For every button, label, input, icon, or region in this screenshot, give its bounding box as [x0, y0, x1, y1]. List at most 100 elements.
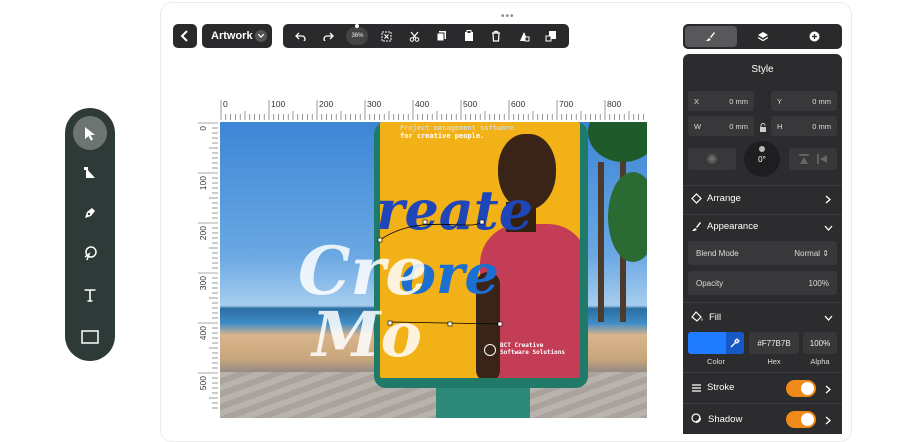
artboard-canvas[interactable]: Project management software for creative… — [220, 122, 647, 418]
pen-tool[interactable] — [73, 196, 107, 230]
shadow-toggle[interactable] — [786, 411, 816, 428]
node-tool[interactable] — [73, 156, 107, 190]
eyedropper-icon — [730, 338, 740, 348]
fill-section[interactable]: Fill — [691, 311, 721, 323]
stroke-section[interactable]: Stroke — [691, 382, 734, 393]
brush-icon — [692, 222, 701, 231]
ruler-label: 800 — [607, 99, 621, 109]
height-field[interactable]: H0 mm — [771, 116, 837, 136]
ruler-label: 600 — [511, 99, 525, 109]
horizontal-ruler: 0 100 200 300 400 500 600 700 800 — [220, 98, 647, 120]
trash-icon[interactable] — [487, 27, 505, 45]
y-field[interactable]: Y0 mm — [771, 91, 837, 111]
width-field[interactable]: W0 mm — [688, 116, 754, 136]
rectangle-tool[interactable] — [73, 320, 107, 354]
send-backward-icon[interactable] — [542, 27, 560, 45]
color-label: Color — [707, 357, 725, 366]
tab-layers[interactable] — [737, 26, 789, 47]
divider — [683, 214, 842, 215]
ruler-label: 700 — [559, 99, 573, 109]
divider — [683, 302, 842, 303]
shadow-section[interactable]: Shadow — [691, 413, 742, 425]
tab-add[interactable] — [788, 26, 840, 47]
ruler-label: 200 — [319, 99, 333, 109]
chevron-right-icon[interactable] — [820, 381, 836, 397]
x-field[interactable]: X0 mm — [688, 91, 754, 111]
eyedropper-button[interactable] — [726, 332, 744, 354]
ruler-label: 500 — [463, 99, 477, 109]
chevron-left-icon — [180, 30, 188, 42]
back-button[interactable] — [173, 24, 197, 48]
chevron-right-icon[interactable] — [820, 412, 836, 428]
tab-style[interactable] — [685, 26, 737, 47]
text-icon — [84, 289, 96, 302]
layers-icon — [757, 32, 768, 42]
undo-icon[interactable] — [292, 27, 310, 45]
ruler-label: 400 — [415, 99, 429, 109]
updown-icon: ⇕ — [822, 248, 829, 258]
alpha-label: Alpha — [810, 357, 830, 366]
shape-builder-tool[interactable] — [73, 236, 107, 270]
appearance-section[interactable]: Appearance — [691, 221, 758, 232]
flip-vertical-icon[interactable] — [798, 153, 810, 165]
plus-circle-icon — [809, 31, 820, 42]
rotate-icon — [707, 154, 717, 164]
alpha-input[interactable]: 100% — [803, 332, 837, 354]
drag-handle[interactable]: ••• — [501, 11, 515, 22]
fit-selection-icon[interactable] — [378, 27, 396, 45]
blend-mode-select[interactable]: Blend Mode Normal ⇕ — [688, 241, 837, 265]
flip-horizontal-icon[interactable] — [816, 153, 828, 165]
arrange-icon — [691, 193, 702, 204]
rotation-dial[interactable]: 0° — [744, 141, 780, 177]
divider — [683, 185, 842, 186]
pen-icon — [85, 208, 95, 218]
paint-bucket-icon — [691, 311, 703, 322]
bring-forward-icon[interactable] — [515, 27, 533, 45]
ruler-label: 200 — [198, 226, 208, 240]
selection-path[interactable] — [220, 122, 647, 418]
flip-buttons — [789, 148, 837, 170]
cursor-icon — [85, 126, 95, 140]
divider — [683, 403, 842, 404]
style-panel: Style X0 mm Y0 mm W0 mm H0 mm 0° Arrange… — [683, 54, 842, 434]
stroke-toggle[interactable] — [786, 380, 816, 397]
copy-icon[interactable] — [433, 27, 451, 45]
action-toolbar: 36% — [283, 24, 569, 48]
text-tool[interactable] — [73, 278, 107, 312]
divider — [683, 372, 842, 373]
chevron-right-icon[interactable] — [820, 191, 836, 207]
node-icon — [84, 167, 95, 178]
chevron-down-icon[interactable] — [820, 310, 836, 326]
arrange-section[interactable]: Arrange — [691, 193, 741, 204]
rectangle-icon — [81, 330, 99, 344]
rotate-button[interactable] — [688, 148, 736, 170]
redo-icon[interactable] — [319, 27, 337, 45]
scissors-icon[interactable] — [405, 27, 423, 45]
hex-input[interactable]: #F77B7B — [749, 332, 799, 354]
stroke-icon — [692, 383, 701, 392]
artwork-dropdown[interactable]: Artwork — [202, 24, 272, 48]
ruler-label: 100 — [198, 176, 208, 190]
chevron-down-icon — [255, 30, 267, 42]
ruler-label: 0 — [223, 99, 228, 109]
artwork-label: Artwork — [211, 30, 253, 42]
vertical-ruler: 0 100 200 300 400 500 — [196, 122, 218, 412]
panel-title: Style — [751, 64, 774, 75]
ruler-label: 100 — [271, 99, 285, 109]
hex-label: Hex — [767, 357, 781, 366]
select-tool[interactable] — [73, 116, 107, 150]
opacity-field[interactable]: Opacity 100% — [688, 271, 837, 295]
tool-palette — [65, 108, 115, 361]
ruler-label: 0 — [198, 126, 208, 131]
brush-icon — [706, 32, 716, 41]
ruler-label: 300 — [198, 276, 208, 290]
ruler-label: 300 — [367, 99, 381, 109]
shape-builder-icon — [84, 246, 97, 261]
ruler-label: 400 — [198, 326, 208, 340]
paste-icon[interactable] — [460, 27, 478, 45]
shadow-icon — [691, 413, 702, 424]
ruler-label: 500 — [198, 376, 208, 390]
chevron-down-icon[interactable] — [820, 220, 836, 236]
zoom-level[interactable]: 36% — [346, 24, 369, 45]
lock-icon[interactable] — [759, 120, 767, 138]
